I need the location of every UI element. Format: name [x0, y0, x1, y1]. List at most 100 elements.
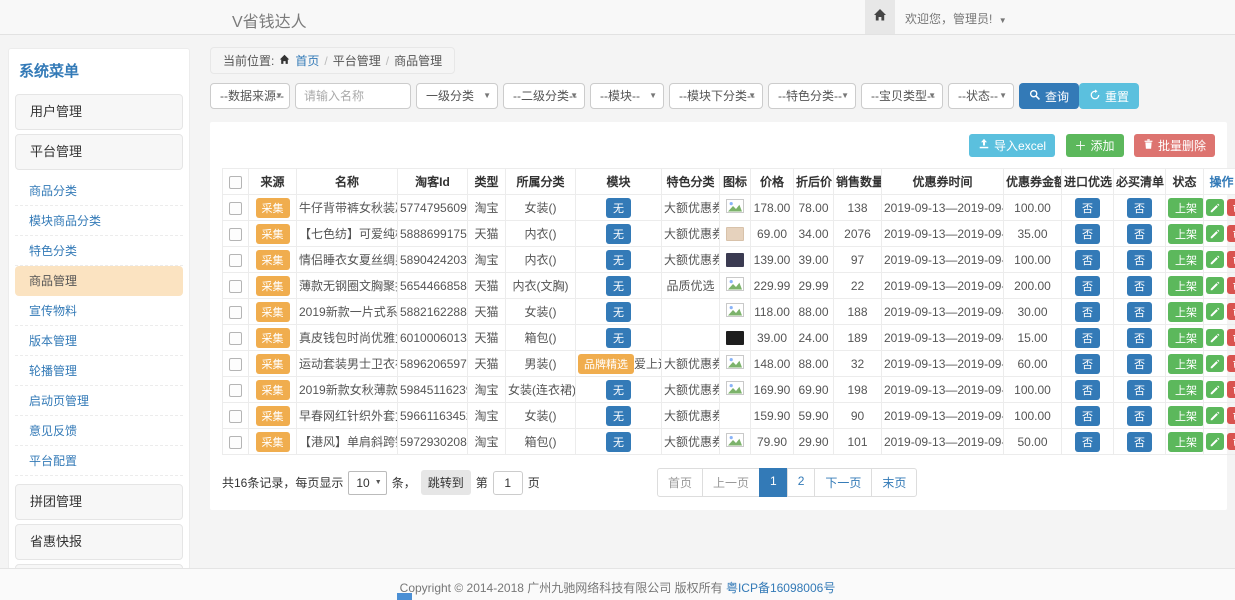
status-button[interactable]: 上架 [1168, 250, 1204, 270]
sidebar-item[interactable]: 版本管理 [15, 326, 183, 356]
jump-button[interactable]: 跳转到 [421, 470, 471, 495]
edit-button[interactable] [1206, 433, 1224, 450]
per-page-select[interactable]: 10 ▼ [348, 471, 386, 495]
status-button[interactable]: 上架 [1168, 198, 1204, 218]
sidebar-item[interactable]: 特色分类 [15, 236, 183, 266]
import-choice-toggle[interactable]: 否 [1075, 198, 1100, 218]
edit-button[interactable] [1206, 303, 1224, 320]
sidebar-group[interactable]: 拼团管理 [15, 484, 183, 520]
row-checkbox[interactable] [229, 384, 242, 397]
must-buy-toggle[interactable]: 否 [1127, 406, 1152, 426]
edit-button[interactable] [1206, 329, 1224, 346]
import-choice-toggle[interactable]: 否 [1075, 302, 1100, 322]
page-button[interactable]: 末页 [871, 468, 917, 497]
must-buy-toggle[interactable]: 否 [1127, 250, 1152, 270]
sidebar-item[interactable]: 启动页管理 [15, 386, 183, 416]
sidebar-item[interactable]: 轮播管理 [15, 356, 183, 386]
delete-button[interactable] [1227, 381, 1235, 398]
status-button[interactable]: 上架 [1168, 224, 1204, 244]
status-button[interactable]: 上架 [1168, 380, 1204, 400]
sidebar-item[interactable]: 商品分类 [15, 176, 183, 206]
filter-select-module[interactable]: --模块--▼ [590, 83, 664, 109]
reset-button[interactable]: 重置 [1079, 83, 1139, 109]
page-button[interactable]: 1 [759, 468, 788, 497]
delete-button[interactable] [1227, 251, 1235, 268]
jump-page-input[interactable] [493, 471, 523, 495]
row-checkbox[interactable] [229, 332, 242, 345]
sidebar-group[interactable]: 用户管理 [15, 94, 183, 130]
import-choice-toggle[interactable]: 否 [1075, 276, 1100, 296]
filter-input-name-search[interactable] [295, 83, 411, 109]
import-excel-button[interactable]: 导入excel [969, 134, 1055, 157]
add-button[interactable]: ＋ 添加 [1066, 134, 1124, 157]
row-checkbox[interactable] [229, 306, 242, 319]
sidebar-group[interactable]: 平台管理 [15, 134, 183, 170]
home-button[interactable] [865, 0, 895, 34]
row-checkbox[interactable] [229, 436, 242, 449]
status-button[interactable]: 上架 [1168, 432, 1204, 452]
must-buy-toggle[interactable]: 否 [1127, 302, 1152, 322]
import-choice-toggle[interactable]: 否 [1075, 380, 1100, 400]
filter-select-module-sub-category[interactable]: --模块下分类--▼ [669, 83, 763, 109]
select-all-checkbox[interactable] [229, 176, 242, 189]
batch-delete-button[interactable]: 批量删除 [1134, 134, 1215, 157]
row-checkbox[interactable] [229, 410, 242, 423]
icp-link[interactable]: 粤ICP备16098006号 [726, 581, 835, 595]
must-buy-toggle[interactable]: 否 [1127, 198, 1152, 218]
filter-select-data-source[interactable]: --数据来源--▼ [210, 83, 290, 109]
status-button[interactable]: 上架 [1168, 354, 1204, 374]
must-buy-toggle[interactable]: 否 [1127, 380, 1152, 400]
breadcrumb-home-link[interactable]: 首页 [295, 52, 319, 69]
delete-button[interactable] [1227, 433, 1235, 450]
sidebar-item[interactable]: 商品管理 [15, 266, 183, 296]
status-button[interactable]: 上架 [1168, 302, 1204, 322]
sidebar-item[interactable]: 宣传物料 [15, 296, 183, 326]
edit-button[interactable] [1206, 407, 1224, 424]
delete-button[interactable] [1227, 303, 1235, 320]
row-checkbox[interactable] [229, 280, 242, 293]
edit-button[interactable] [1206, 381, 1224, 398]
must-buy-toggle[interactable]: 否 [1127, 224, 1152, 244]
sidebar-item[interactable]: 模块商品分类 [15, 206, 183, 236]
filter-select-category-level2[interactable]: --二级分类--▼ [503, 83, 585, 109]
delete-button[interactable] [1227, 329, 1235, 346]
filter-select-item-type[interactable]: --宝贝类型--▼ [861, 83, 943, 109]
edit-button[interactable] [1206, 199, 1224, 216]
delete-button[interactable] [1227, 355, 1235, 372]
row-checkbox[interactable] [229, 228, 242, 241]
must-buy-toggle[interactable]: 否 [1127, 276, 1152, 296]
sidebar-item[interactable]: 意见反馈 [15, 416, 183, 446]
edit-button[interactable] [1206, 251, 1224, 268]
import-choice-toggle[interactable]: 否 [1075, 432, 1100, 452]
page-button[interactable]: 2 [787, 468, 816, 497]
edit-button[interactable] [1206, 225, 1224, 242]
delete-button[interactable] [1227, 199, 1235, 216]
import-choice-toggle[interactable]: 否 [1075, 406, 1100, 426]
import-choice-toggle[interactable]: 否 [1075, 354, 1100, 374]
edit-button[interactable] [1206, 355, 1224, 372]
filter-select-status[interactable]: --状态--▼ [948, 83, 1014, 109]
status-button[interactable]: 上架 [1168, 328, 1204, 348]
page-button[interactable]: 下一页 [814, 468, 872, 497]
delete-button[interactable] [1227, 407, 1235, 424]
sidebar-group[interactable]: 省惠快报 [15, 524, 183, 560]
search-button[interactable]: 查询 [1019, 83, 1079, 109]
must-buy-toggle[interactable]: 否 [1127, 328, 1152, 348]
page-button[interactable]: 首页 [657, 468, 703, 497]
edit-button[interactable] [1206, 277, 1224, 294]
delete-button[interactable] [1227, 277, 1235, 294]
import-choice-toggle[interactable]: 否 [1075, 224, 1100, 244]
page-button[interactable]: 上一页 [702, 468, 760, 497]
must-buy-toggle[interactable]: 否 [1127, 354, 1152, 374]
row-checkbox[interactable] [229, 358, 242, 371]
delete-button[interactable] [1227, 225, 1235, 242]
import-choice-toggle[interactable]: 否 [1075, 250, 1100, 270]
filter-select-feature-category[interactable]: --特色分类--▼ [768, 83, 856, 109]
status-button[interactable]: 上架 [1168, 276, 1204, 296]
row-checkbox[interactable] [229, 254, 242, 267]
user-menu[interactable]: 欢迎您，管理员! ▼ [905, 10, 1007, 27]
must-buy-toggle[interactable]: 否 [1127, 432, 1152, 452]
row-checkbox[interactable] [229, 202, 242, 215]
status-button[interactable]: 上架 [1168, 406, 1204, 426]
filter-select-category-level1[interactable]: 一级分类▼ [416, 83, 498, 109]
